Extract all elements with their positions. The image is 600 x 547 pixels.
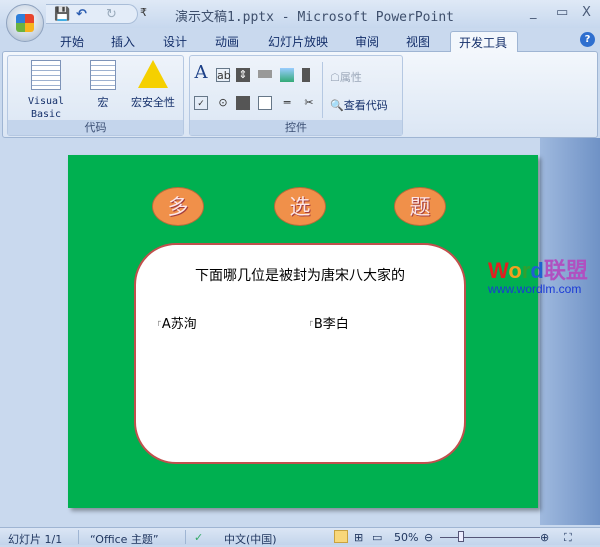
- title-oval-1: 多: [152, 187, 204, 226]
- fit-to-window-button[interactable]: ⛶: [564, 531, 572, 545]
- workspace-edge: [540, 138, 600, 525]
- close-button[interactable]: X: [582, 5, 591, 20]
- properties-icon: ☖: [330, 71, 340, 84]
- redo-icon[interactable]: ↻: [106, 7, 117, 22]
- checkbox-control-icon[interactable]: ✓: [194, 96, 208, 110]
- office-logo-icon: [16, 14, 34, 32]
- quick-access-toolbar: 💾 ↶ ↻: [46, 4, 138, 24]
- view-code-icon: 🔍: [330, 99, 344, 112]
- normal-view-button[interactable]: [334, 530, 348, 543]
- tab-review[interactable]: 审阅: [347, 31, 387, 52]
- spellcheck-icon[interactable]: ✓: [194, 531, 203, 544]
- option-button-icon[interactable]: ⊙: [216, 96, 230, 110]
- question-card: 下面哪几位是被封为唐宋八大家的 ┌A苏洵 ┌B李白: [134, 243, 466, 464]
- tab-slideshow[interactable]: 幻灯片放映: [260, 31, 336, 52]
- zoom-level[interactable]: 50%: [394, 531, 418, 544]
- window-title: 演示文稿1.pptx - Microsoft PowerPoint: [175, 10, 454, 25]
- ribbon-tabs: 开始 插入 设计 动画 幻灯片放映 审阅 视图 开发工具 ?: [0, 28, 600, 52]
- tab-developer[interactable]: 开发工具: [450, 31, 518, 52]
- tab-insert[interactable]: 插入: [103, 31, 143, 52]
- image-control-icon[interactable]: [280, 68, 294, 82]
- office-button[interactable]: [6, 4, 44, 42]
- code-group-label: 代码: [8, 120, 183, 135]
- zoom-out-button[interactable]: ⊖: [424, 531, 433, 544]
- visual-basic-button[interactable]: Visual Basic: [12, 60, 80, 120]
- properties-button[interactable]: ☖属性: [330, 69, 362, 85]
- macro-security-button[interactable]: 宏安全性: [126, 60, 180, 110]
- tab-animations[interactable]: 动画: [207, 31, 247, 52]
- scrollbar-control-icon[interactable]: [302, 68, 310, 82]
- tab-home[interactable]: 开始: [52, 31, 92, 52]
- view-code-button[interactable]: 🔍查看代码: [330, 97, 388, 113]
- toggle-button-icon[interactable]: ═: [280, 96, 294, 110]
- controls-group: A ab ⇕ ✓ ⊙ ═ ✂ ☖属性 🔍查看代码 控件: [189, 55, 403, 136]
- tab-view[interactable]: 视图: [398, 31, 438, 52]
- option-a-checkbox[interactable]: ┌A苏洵: [156, 313, 197, 332]
- help-icon[interactable]: ?: [580, 32, 595, 47]
- spin-button-icon[interactable]: ⇕: [236, 68, 250, 82]
- maximize-button[interactable]: ▭: [556, 5, 568, 20]
- macros-button[interactable]: 宏: [88, 60, 118, 110]
- slide-sorter-button[interactable]: ⊞: [354, 531, 363, 544]
- ribbon: Visual Basic 宏 宏安全性 代码 A ab ⇕ ✓ ⊙ ═ ✂ ☖属…: [2, 51, 598, 138]
- listbox-control-icon[interactable]: [258, 96, 272, 110]
- question-text: 下面哪几位是被封为唐宋八大家的: [195, 268, 405, 284]
- tab-design[interactable]: 设计: [155, 31, 195, 52]
- undo-icon[interactable]: ↶: [76, 7, 87, 22]
- code-group: Visual Basic 宏 宏安全性 代码: [7, 55, 184, 136]
- macros-icon: [90, 60, 116, 90]
- slideshow-button[interactable]: ▭: [372, 531, 382, 544]
- title-oval-2: 选: [274, 187, 326, 226]
- status-bar: 幻灯片 1/1 “Office 主题” ✓ 中文(中国) ⊞ ▭ 50% ⊖ ⊕…: [0, 527, 600, 546]
- controls-group-label: 控件: [190, 120, 402, 135]
- minimize-button[interactable]: _: [530, 5, 537, 20]
- slide[interactable]: 多 选 题 下面哪几位是被封为唐宋八大家的 ┌A苏洵 ┌B李白: [68, 155, 538, 508]
- more-controls-icon[interactable]: ✂: [302, 96, 316, 110]
- combobox-control-icon[interactable]: [236, 96, 250, 110]
- command-button-icon[interactable]: [258, 70, 272, 78]
- textbox-control-icon[interactable]: ab: [216, 68, 231, 82]
- title-oval-3: 题: [394, 187, 446, 226]
- zoom-slider[interactable]: [458, 531, 464, 542]
- customize-qat-icon[interactable]: ₹: [140, 6, 147, 19]
- save-icon[interactable]: 💾: [54, 7, 70, 22]
- warning-icon: [138, 60, 168, 88]
- visual-basic-icon: [31, 60, 61, 90]
- watermark: Word联盟 www.wordlm.com: [488, 258, 588, 296]
- zoom-in-button[interactable]: ⊕: [540, 531, 549, 544]
- label-control-icon[interactable]: A: [194, 64, 208, 82]
- option-b-checkbox[interactable]: ┌B李白: [308, 313, 349, 332]
